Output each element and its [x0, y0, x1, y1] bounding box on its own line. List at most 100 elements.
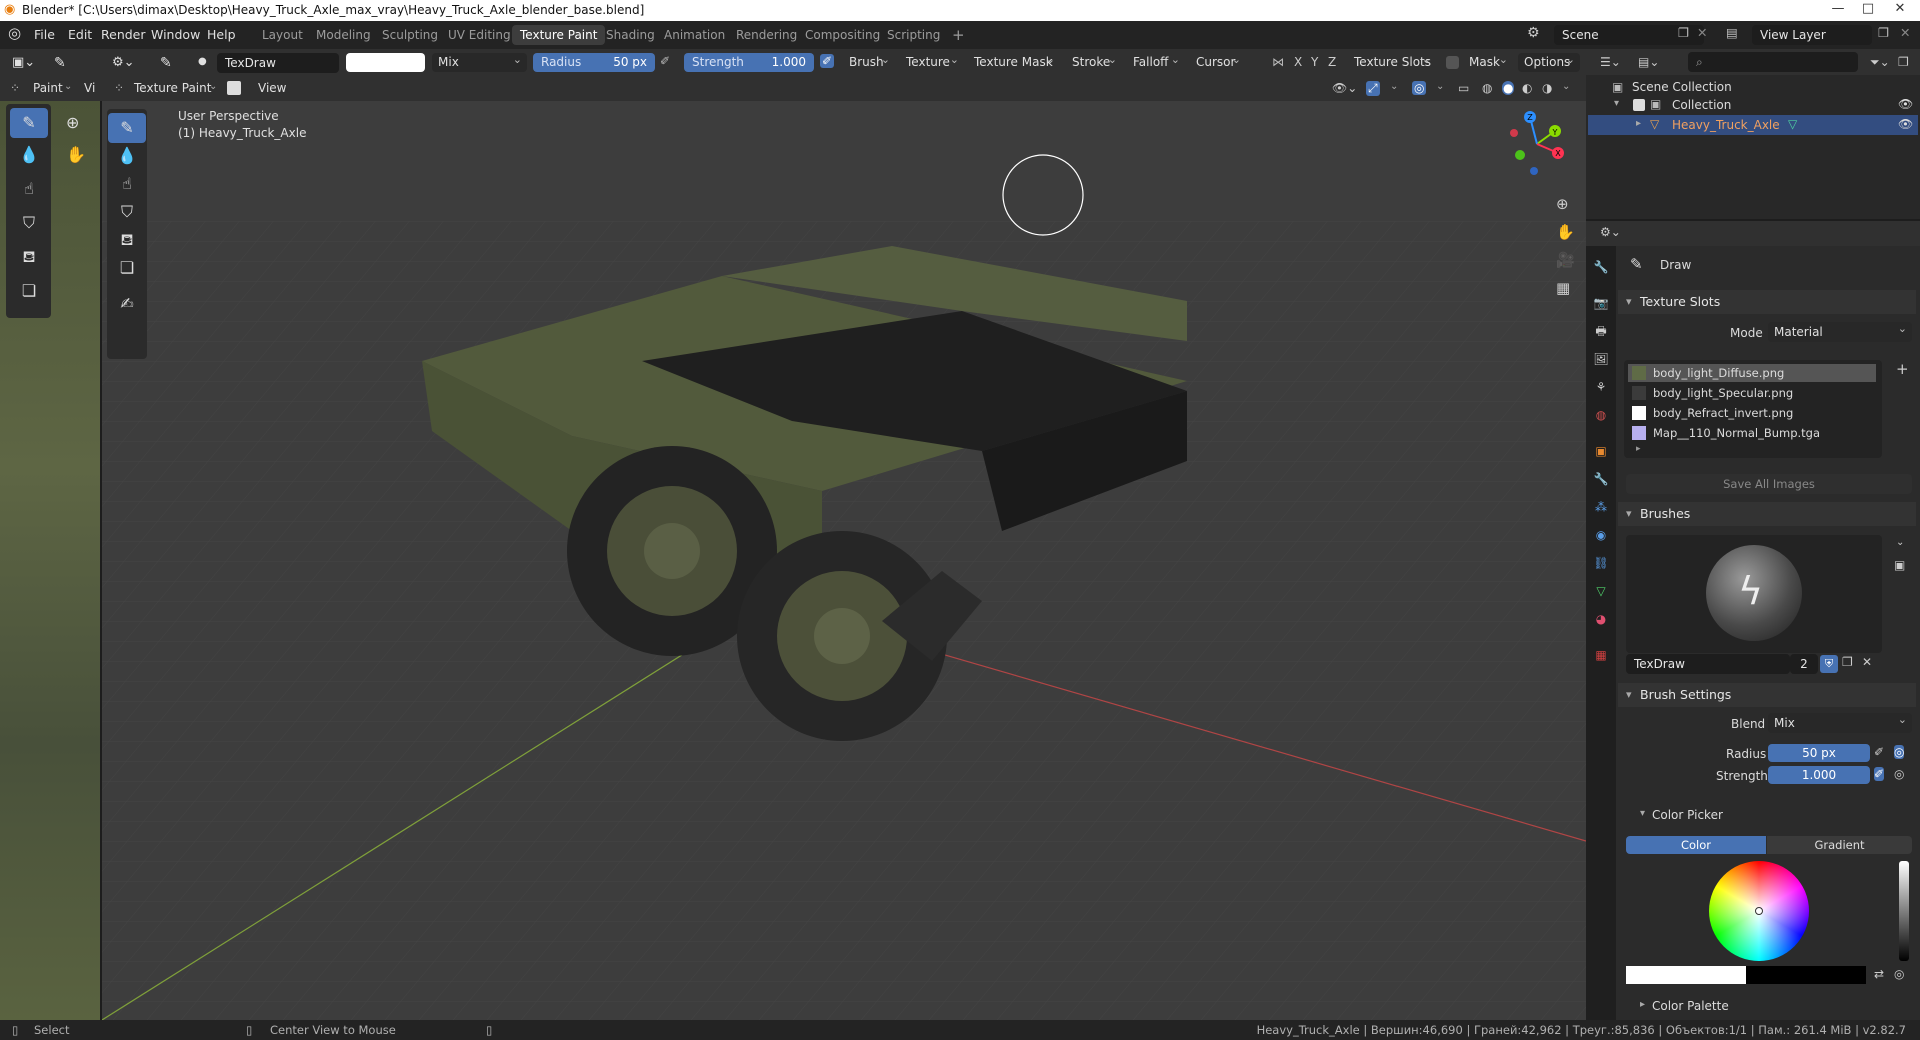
collection-expand-icon[interactable]: ▾: [1614, 98, 1619, 109]
unlink-brush-icon[interactable]: ✕: [1862, 655, 1872, 669]
duplicate-brush-icon[interactable]: ❐: [1842, 655, 1853, 669]
radius-pressure-toggle-icon[interactable]: ✐: [1874, 745, 1884, 759]
color-picker-expand-icon[interactable]: ▾: [1640, 808, 1645, 819]
scene-icon[interactable]: ⚙: [1527, 25, 1540, 41]
vp-clone-tool-icon[interactable]: ⛉: [108, 197, 146, 227]
options-menu[interactable]: Options: [1518, 50, 1580, 72]
collection-visibility-icon[interactable]: 👁: [1898, 97, 1913, 111]
tab-compositing[interactable]: Compositing: [797, 25, 888, 45]
new-collection-icon[interactable]: ❐: [1898, 55, 1909, 69]
secondary-color-swatch[interactable]: [1746, 966, 1866, 984]
texture-slots-menu[interactable]: Texture Slots: [1348, 50, 1436, 72]
add-texture-slot-icon[interactable]: +: [1896, 360, 1909, 378]
strength-slider[interactable]: Strength 1.000: [684, 53, 814, 72]
brush-blend-dropdown[interactable]: Mix: [1768, 710, 1912, 733]
tab-shading[interactable]: Shading: [598, 25, 663, 45]
tool-tab-icon[interactable]: 🔧: [1592, 258, 1610, 276]
texture-menu[interactable]: Texture: [900, 50, 964, 72]
strength-pressure-toggle-icon[interactable]: ✐: [1874, 767, 1885, 781]
editor-type-icon[interactable]: ▣⌄: [12, 55, 35, 70]
mirror-z-toggle[interactable]: Z: [1328, 55, 1336, 69]
radius-pressure-icon[interactable]: ✐: [660, 54, 670, 68]
save-all-images-button[interactable]: Save All Images: [1626, 474, 1912, 494]
blend-dropdown[interactable]: Mix: [432, 50, 527, 72]
object-visibility-icon[interactable]: 👁: [1898, 117, 1913, 131]
camera-view-icon[interactable]: 🎥: [1556, 251, 1575, 269]
tab-animation[interactable]: Animation: [656, 25, 733, 45]
strength-unified-toggle-icon[interactable]: ◎: [1894, 767, 1904, 781]
brushes-panel-header[interactable]: Brushes: [1618, 502, 1916, 526]
delete-view-layer-icon[interactable]: ✕: [1900, 25, 1910, 40]
solid-shading-icon[interactable]: ●: [1502, 81, 1515, 95]
view-menu-left[interactable]: Vi: [84, 81, 95, 95]
strength-pressure-icon[interactable]: ✐: [820, 54, 835, 68]
paint-menu-chevron-icon[interactable]: ⌄: [64, 81, 72, 92]
3d-viewport[interactable]: ✎ 💧 ☝ ⛉ ⛾ ❏ ✍ User Perspective (1) Heavy…: [102, 101, 1586, 1020]
vp-draw-tool-icon[interactable]: ✎: [108, 113, 146, 143]
value-slider[interactable]: [1899, 861, 1909, 961]
view-object-types-icon[interactable]: 👁⌄: [1332, 81, 1357, 95]
color-tab[interactable]: Color: [1626, 836, 1766, 854]
mask-tool-icon[interactable]: ❏: [10, 276, 48, 306]
tab-layout[interactable]: Layout: [254, 25, 311, 45]
outliner-editor-type-icon[interactable]: ☰⌄: [1600, 55, 1621, 69]
zoom-icon[interactable]: ⊕: [66, 113, 79, 132]
show-gizmo-icon[interactable]: ⤢: [1366, 81, 1380, 96]
wireframe-shading-icon[interactable]: ◍: [1482, 81, 1492, 95]
brush-image-icon[interactable]: ▣: [1894, 558, 1905, 572]
texture-slot-item[interactable]: body_light_Specular.png: [1628, 384, 1876, 402]
data-tab-icon[interactable]: ▽: [1592, 582, 1610, 600]
vp-mask-tool-icon[interactable]: ❏: [108, 253, 146, 283]
mirror-x-toggle[interactable]: X: [1294, 55, 1302, 69]
collection-checkbox[interactable]: [1633, 99, 1645, 111]
mesh-data-icon[interactable]: ▽: [1788, 117, 1797, 131]
falloff-menu[interactable]: Falloff: [1127, 50, 1185, 72]
viewport-zoom-icon[interactable]: ⊕: [1556, 195, 1569, 213]
filter-icon[interactable]: ⏷⌄: [1870, 55, 1890, 70]
brush-name-field[interactable]: TexDraw: [217, 53, 339, 73]
ortho-toggle-icon[interactable]: ▦: [1556, 279, 1570, 297]
show-overlays-icon[interactable]: ◎: [1412, 81, 1427, 95]
shading-chevron-icon[interactable]: ⌄: [1562, 81, 1570, 92]
render-tab-icon[interactable]: 📷: [1592, 294, 1610, 312]
rendered-shading-icon[interactable]: ◑: [1542, 81, 1552, 95]
view-layer-tab-icon[interactable]: 🖼: [1592, 350, 1610, 368]
slot-mode-dropdown[interactable]: Material: [1768, 319, 1912, 342]
tab-modeling[interactable]: Modeling: [308, 25, 379, 45]
stroke-menu[interactable]: Stroke: [1066, 50, 1122, 72]
tab-scripting[interactable]: Scripting: [879, 25, 948, 45]
brush-users-count[interactable]: 2: [1790, 654, 1818, 674]
view-menu[interactable]: View: [258, 81, 286, 95]
object-tab-icon[interactable]: ▣: [1592, 442, 1610, 460]
object-label[interactable]: Heavy_Truck_Axle: [1672, 118, 1780, 132]
color-palette-expand-icon[interactable]: ▸: [1640, 999, 1645, 1010]
outliner-search-input[interactable]: ⌕: [1688, 52, 1858, 72]
texture-slots-panel-header[interactable]: Texture Slots: [1618, 290, 1916, 314]
material-shading-icon[interactable]: ◐: [1522, 81, 1532, 95]
brush-specials-icon[interactable]: ⌄: [1896, 537, 1904, 548]
gradient-tab[interactable]: Gradient: [1767, 836, 1912, 854]
mirror-y-toggle[interactable]: Y: [1311, 55, 1318, 69]
menu-file[interactable]: File: [34, 27, 55, 42]
navigation-gizmo[interactable]: Y Z X: [1502, 109, 1572, 179]
view-layer-field[interactable]: View Layer: [1752, 25, 1872, 45]
physics-tab-icon[interactable]: ◉: [1592, 526, 1610, 544]
gizmo-chevron-icon[interactable]: ⌄: [1390, 81, 1398, 92]
color-wheel-cursor[interactable]: [1755, 907, 1763, 915]
tab-uv-editing[interactable]: UV Editing: [440, 25, 519, 45]
display-mode-icon[interactable]: ▤⌄: [1638, 55, 1659, 69]
view-layer-icon[interactable]: ▤: [1726, 25, 1738, 40]
smear-tool-icon[interactable]: ☝: [10, 174, 48, 204]
mask-menu[interactable]: Mask: [1463, 50, 1513, 72]
viewport-pan-icon[interactable]: ✋: [1556, 223, 1575, 241]
tab-texture-paint[interactable]: Texture Paint: [512, 25, 606, 45]
brush-color-swatch[interactable]: [346, 53, 425, 72]
overlays-chevron-icon[interactable]: ⌄: [1436, 81, 1444, 92]
fill-tool-icon[interactable]: ⛾: [10, 242, 48, 272]
unified-color-icon[interactable]: ◎: [1894, 967, 1904, 981]
tab-rendering[interactable]: Rendering: [728, 25, 805, 45]
vp-soften-tool-icon[interactable]: 💧: [108, 141, 146, 171]
brush-settings-panel-header[interactable]: Brush Settings: [1618, 683, 1916, 707]
collection-label[interactable]: Collection: [1672, 98, 1731, 112]
clone-tool-icon[interactable]: ⛉: [10, 208, 48, 238]
